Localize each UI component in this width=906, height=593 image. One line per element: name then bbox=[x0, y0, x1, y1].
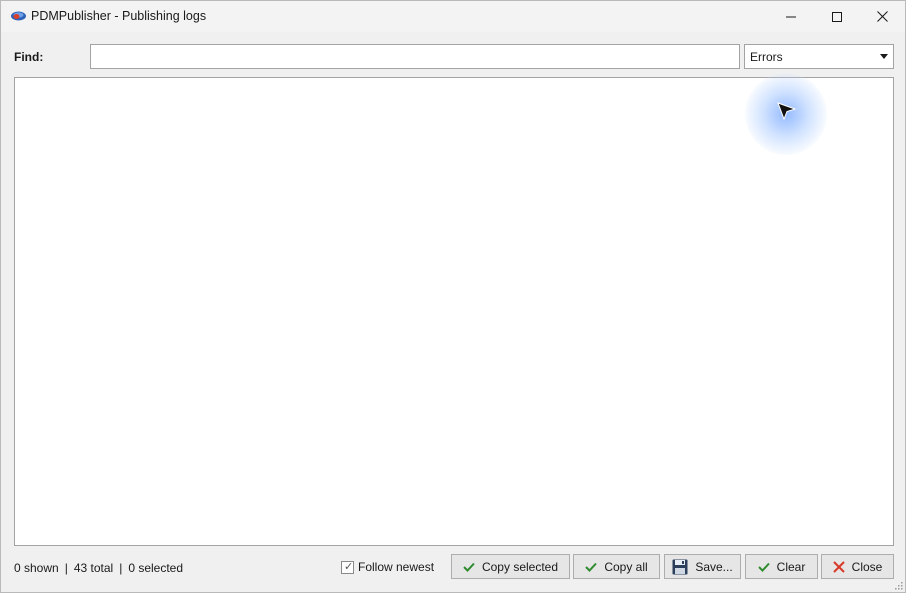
minimize-button[interactable] bbox=[768, 1, 814, 32]
mouse-pointer-icon bbox=[777, 102, 797, 121]
maximize-icon bbox=[832, 11, 842, 22]
clear-label: Clear bbox=[776, 559, 806, 574]
title-bar[interactable]: PDMPublisher - Publishing logs bbox=[1, 1, 905, 32]
clear-button[interactable]: Clear bbox=[745, 554, 818, 579]
dropdown-arrow-icon bbox=[880, 54, 888, 59]
close-button[interactable]: Close bbox=[821, 554, 894, 579]
save-label: Save... bbox=[695, 559, 733, 574]
log-level-selected: Errors bbox=[750, 50, 783, 64]
find-label: Find: bbox=[14, 50, 44, 64]
status-separator: | bbox=[64, 561, 68, 575]
resize-grip-icon[interactable] bbox=[894, 581, 904, 591]
check-icon bbox=[757, 562, 770, 572]
check-icon bbox=[585, 562, 598, 572]
shown-count: 0 shown bbox=[14, 561, 59, 575]
maximize-button[interactable] bbox=[814, 1, 860, 32]
status-bar: 0 shown | 43 total | 0 selected bbox=[14, 561, 183, 575]
find-input[interactable] bbox=[90, 44, 740, 69]
follow-newest-label: Follow newest bbox=[358, 560, 435, 574]
app-icon bbox=[11, 11, 26, 21]
check-icon bbox=[463, 562, 475, 572]
copy-selected-label: Copy selected bbox=[481, 559, 559, 574]
close-label: Close bbox=[851, 559, 883, 574]
checkmark-icon: ✓ bbox=[344, 560, 354, 573]
red-x-icon bbox=[832, 560, 845, 573]
save-button[interactable]: Save... bbox=[664, 554, 741, 579]
total-count: 43 total bbox=[73, 561, 114, 575]
minimize-icon bbox=[786, 16, 796, 17]
publishing-logs-window: PDMPublisher - Publishing logs Find: Err… bbox=[0, 0, 906, 593]
window-title: PDMPublisher - Publishing logs bbox=[31, 9, 207, 23]
close-window-button[interactable] bbox=[859, 1, 905, 32]
copy-selected-button[interactable]: Copy selected bbox=[451, 554, 570, 579]
copy-all-button[interactable]: Copy all bbox=[573, 554, 660, 579]
copy-all-label: Copy all bbox=[604, 559, 648, 574]
follow-newest-checkbox[interactable]: ✓ Follow newest bbox=[341, 560, 434, 574]
selected-count: 0 selected bbox=[128, 561, 184, 575]
close-icon bbox=[876, 11, 888, 22]
log-level-dropdown[interactable]: Errors bbox=[744, 44, 894, 69]
checkbox-box[interactable]: ✓ bbox=[341, 560, 354, 574]
status-separator: | bbox=[119, 561, 123, 575]
floppy-disk-icon bbox=[672, 559, 688, 575]
